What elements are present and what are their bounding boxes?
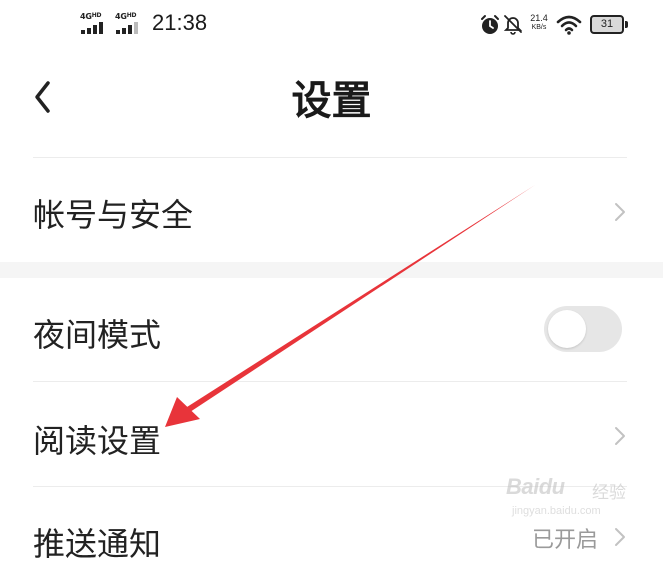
night-mode-toggle[interactable] <box>544 306 622 352</box>
battery-cap <box>625 21 628 28</box>
alarm-icon <box>481 15 499 34</box>
signal-bars-icon <box>116 22 138 34</box>
clock: 21:38 <box>152 10 208 35</box>
watermark-brand: Baidu <box>506 474 565 499</box>
top-app-bar: 设置 <box>0 50 663 140</box>
row-label: 阅读设置 <box>33 422 162 460</box>
network-speed: 21.4 KB/s <box>530 13 548 31</box>
row-label: 推送通知 <box>33 525 162 563</box>
signal-strength-sim1: 4GHD <box>80 12 110 36</box>
watermark-text: 经验 <box>592 483 626 503</box>
bell-muted-icon <box>503 15 523 35</box>
settings-row-reading[interactable]: 阅读设置 <box>0 382 663 486</box>
row-label: 夜间模式 <box>33 316 162 354</box>
section-separator <box>0 262 663 278</box>
watermark-domain: jingyan.baidu.com <box>512 505 601 517</box>
toggle-knob <box>548 310 586 348</box>
wifi-icon <box>556 15 582 35</box>
signal-strength-sim2: 4GHD <box>115 12 145 36</box>
network-type-label: 4GHD <box>115 12 137 21</box>
row-label: 帐号与安全 <box>33 196 194 234</box>
divider <box>33 157 627 158</box>
battery-icon: 31 <box>590 15 624 34</box>
settings-row-account-security[interactable]: 帐号与安全 <box>0 160 663 262</box>
chevron-right-icon <box>615 528 625 546</box>
watermark: Baidu 经验 jingyan.baidu.com <box>506 472 646 527</box>
chevron-right-icon <box>615 427 625 445</box>
network-type-label: 4GHD <box>80 12 102 21</box>
page-title: 设置 <box>291 78 372 124</box>
chevron-right-icon <box>615 203 625 221</box>
status-bar: 4GHD 4GHD 21:38 21.4 KB/s 31 <box>0 0 663 50</box>
signal-bars-icon <box>81 22 103 34</box>
